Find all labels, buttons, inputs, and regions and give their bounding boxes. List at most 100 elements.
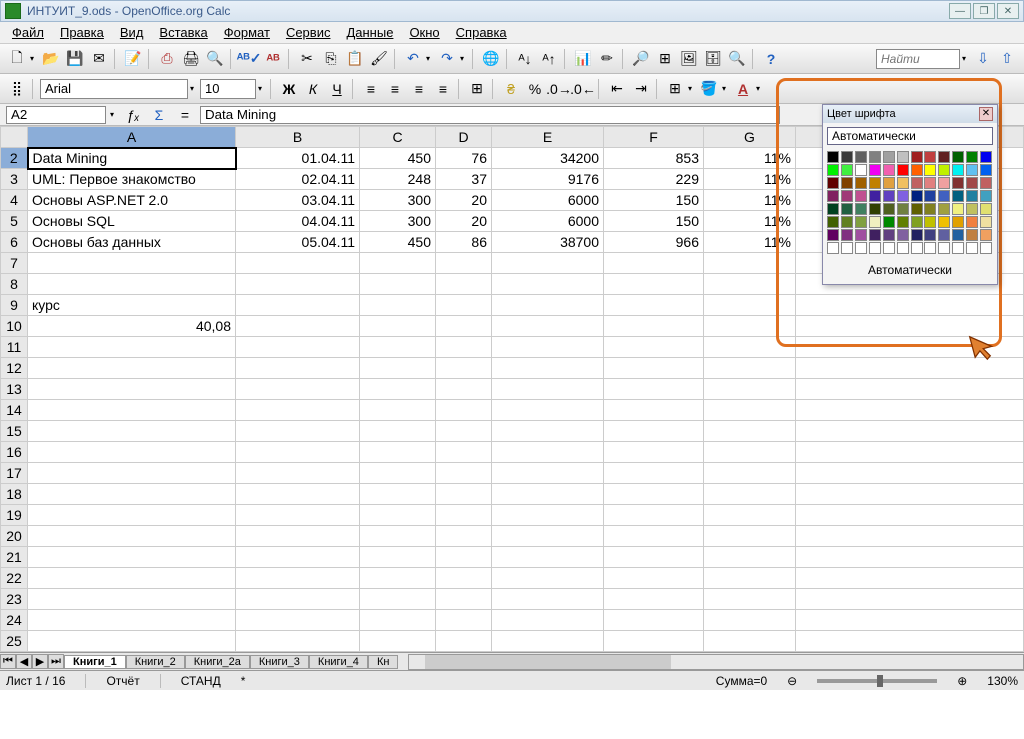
cell[interactable]: 150 [604,190,704,211]
merge-cells-icon[interactable]: ⊞ [466,78,488,100]
row-header[interactable]: 6 [1,232,28,253]
cell[interactable]: 03.04.11 [236,190,360,211]
dropdown-icon[interactable]: ▾ [460,54,468,63]
cell[interactable] [28,547,236,568]
cell[interactable] [492,421,604,442]
cell[interactable]: 966 [604,232,704,253]
cell[interactable] [28,631,236,652]
dropdown-icon[interactable]: ▾ [30,54,38,63]
autospell-icon[interactable]: ᴬᴮ [262,48,284,70]
row-header[interactable]: 22 [1,568,28,589]
cell[interactable] [28,526,236,547]
menu-format[interactable]: Формат [216,25,278,40]
cell[interactable] [360,526,436,547]
cell[interactable]: 11% [704,190,796,211]
color-swatch[interactable] [855,203,867,215]
color-swatch[interactable] [897,151,909,163]
cell[interactable] [604,358,704,379]
color-swatch[interactable] [897,164,909,176]
cell[interactable] [704,547,796,568]
cell[interactable]: 229 [604,169,704,190]
row-header[interactable]: 20 [1,526,28,547]
color-swatch[interactable] [980,164,992,176]
cell[interactable] [704,337,796,358]
cell[interactable] [236,589,360,610]
menu-data[interactable]: Данные [338,25,401,40]
cell[interactable]: UML: Первое знакомство [28,169,236,190]
sheet-tab[interactable]: Книги_3 [250,655,309,669]
color-swatch[interactable] [938,229,950,241]
color-swatch[interactable] [869,151,881,163]
sort-desc-icon[interactable]: ᴬ↑ [538,48,560,70]
minimize-button[interactable]: ― [949,3,971,19]
row-header[interactable]: 12 [1,358,28,379]
menu-window[interactable]: Окно [401,25,447,40]
color-swatch[interactable] [841,229,853,241]
cell[interactable]: 37 [436,169,492,190]
cell[interactable] [236,358,360,379]
cell[interactable] [704,379,796,400]
cell[interactable] [360,505,436,526]
cell[interactable] [28,442,236,463]
cell[interactable] [704,484,796,505]
search-up-icon[interactable]: ⇧ [996,48,1018,70]
cell[interactable] [492,274,604,295]
cell[interactable] [28,379,236,400]
italic-icon[interactable]: К [302,78,324,100]
cell[interactable] [436,484,492,505]
cell[interactable] [436,505,492,526]
color-swatch[interactable] [924,216,936,228]
row-header[interactable]: 13 [1,379,28,400]
cell[interactable]: 11% [704,211,796,232]
color-swatch[interactable] [952,177,964,189]
cell[interactable] [436,526,492,547]
decrease-indent-icon[interactable]: ⇤ [606,78,628,100]
dropdown-icon[interactable]: ▾ [688,84,696,93]
zoom-icon[interactable]: 🔍 [726,48,748,70]
cell[interactable] [28,505,236,526]
color-swatch[interactable] [869,242,881,254]
cell[interactable] [436,589,492,610]
cell[interactable] [360,610,436,631]
popup-titlebar[interactable]: Цвет шрифта ✕ [823,105,997,123]
styles-icon[interactable]: ⣿ [6,78,28,100]
gallery-icon[interactable]: 🖼 [678,48,700,70]
dropdown-icon[interactable]: ▾ [190,84,198,93]
color-swatch[interactable] [952,190,964,202]
color-swatch[interactable] [827,216,839,228]
cell[interactable]: 150 [604,211,704,232]
cell[interactable] [360,253,436,274]
cell[interactable] [704,358,796,379]
color-swatch[interactable] [966,190,978,202]
row-header[interactable]: 17 [1,463,28,484]
color-swatch[interactable] [827,177,839,189]
cell[interactable] [492,316,604,337]
align-right-icon[interactable]: ≡ [408,78,430,100]
cell[interactable] [704,631,796,652]
cell[interactable] [28,337,236,358]
cell[interactable] [436,442,492,463]
maximize-button[interactable]: ❐ [973,3,995,19]
cell[interactable]: 76 [436,148,492,169]
cell[interactable] [360,316,436,337]
cell[interactable] [28,253,236,274]
undo-icon[interactable]: ↶ [402,48,424,70]
color-swatch[interactable] [952,242,964,254]
cell[interactable] [28,568,236,589]
color-swatch[interactable] [924,164,936,176]
cell[interactable] [360,421,436,442]
color-swatch[interactable] [883,229,895,241]
color-swatch[interactable] [869,190,881,202]
color-swatch[interactable] [938,164,950,176]
cell[interactable] [28,274,236,295]
cell[interactable] [704,463,796,484]
cell[interactable] [236,337,360,358]
search-down-icon[interactable]: ⇩ [972,48,994,70]
color-swatch[interactable] [827,151,839,163]
formula-input[interactable] [200,106,780,124]
sheet-tab[interactable]: Книги_4 [309,655,368,669]
cell[interactable] [704,505,796,526]
color-swatch[interactable] [966,229,978,241]
cell[interactable] [436,631,492,652]
draw-icon[interactable]: ✏ [596,48,618,70]
